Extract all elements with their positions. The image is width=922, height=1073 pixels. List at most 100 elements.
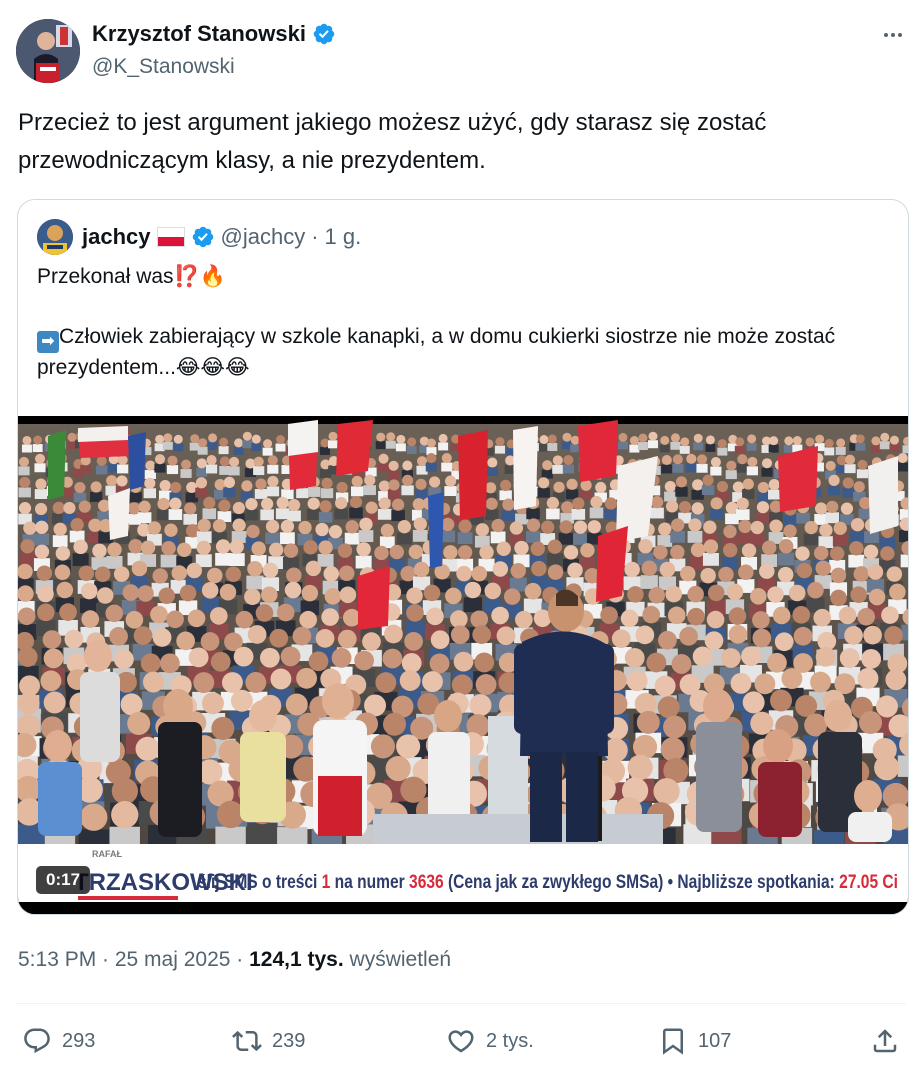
bookmark-icon (663, 1028, 683, 1055)
crowd-head (705, 435, 715, 445)
crowd-body (675, 486, 688, 497)
crowd-head (385, 755, 411, 782)
crowd-head (726, 583, 744, 601)
reply-button[interactable]: 293 (22, 1018, 95, 1064)
crowd-head (270, 668, 292, 690)
crowd-head (269, 628, 289, 648)
crowd-head (824, 438, 834, 448)
quote-text-line1: Przekonał was⁉️🔥 (37, 265, 226, 288)
crowd-head (663, 715, 687, 739)
share-button[interactable] (870, 1018, 900, 1064)
crowd-head (624, 561, 640, 578)
crowd-head (540, 520, 555, 534)
crowd-head (561, 501, 574, 514)
author-name-row[interactable]: Krzysztof Stanowski (92, 20, 336, 48)
crowd-head (378, 453, 389, 464)
views-label: wyświetleń (343, 948, 452, 971)
crowd-head (636, 710, 660, 734)
crowd-body (897, 755, 908, 777)
tweet-timestamp[interactable]: 5:13 PM · 25 maj 2025 · (18, 948, 249, 971)
crowd-head (553, 481, 565, 493)
crowd-head (735, 437, 745, 447)
crowd-body (898, 530, 908, 542)
crowd-head (276, 603, 295, 622)
crowd-head (299, 610, 317, 629)
crowd-head (678, 500, 692, 514)
crowd-head (487, 457, 498, 468)
crowd-head (474, 652, 495, 673)
crowd-head (641, 560, 658, 577)
crowd-head (840, 502, 854, 515)
author-avatar[interactable] (16, 19, 80, 83)
crowd-head (503, 588, 521, 605)
quote-author-avatar[interactable] (37, 219, 73, 255)
crowd-body (162, 441, 173, 450)
crowd-head (453, 651, 474, 672)
quote-author-name[interactable]: jachcy (82, 222, 151, 252)
crowd-head (331, 647, 352, 668)
crowd-head (380, 523, 394, 538)
crowd-head (315, 522, 329, 537)
crowd-head (618, 432, 628, 442)
crowd-body (72, 553, 89, 567)
crowd-head (567, 562, 583, 579)
crowd-body (328, 440, 339, 449)
crowd-head (157, 497, 170, 511)
video-player[interactable]: RAFAŁ TRZASKOWSKI ślij SMS o treści 1 na… (18, 416, 908, 914)
repost-button[interactable]: 239 (232, 1018, 305, 1064)
quote-timestamp[interactable]: 1 g. (325, 222, 362, 252)
crowd-head (342, 608, 361, 627)
crowd-head (196, 458, 207, 469)
more-dots-icon (884, 33, 902, 37)
crowd-body (672, 463, 684, 473)
crowd-head (889, 435, 899, 445)
more-options-button[interactable] (880, 22, 906, 48)
crowd-head (572, 497, 585, 510)
reply-count: 293 (62, 1029, 96, 1052)
crowd-body (246, 575, 264, 590)
crowd-head (23, 521, 37, 535)
crowd-head (142, 671, 164, 693)
crowd-head (321, 477, 333, 489)
crowd-head (408, 544, 424, 560)
crowd-head (193, 672, 215, 694)
crowd-head (472, 625, 492, 644)
crowd-head (406, 604, 424, 622)
crowd-body (223, 487, 236, 498)
crowd-head (378, 497, 391, 510)
crowd-body (262, 447, 273, 456)
author-handle[interactable]: @K_Stanowski (92, 54, 235, 80)
crowd-head (703, 520, 717, 534)
crowd-body (701, 485, 715, 496)
crowd-body (855, 442, 866, 451)
crowd-body (768, 489, 781, 500)
crowd-head (211, 716, 235, 740)
crowd-head (200, 632, 220, 651)
bookmark-button[interactable]: 107 (658, 1018, 731, 1064)
crowd-head (857, 459, 868, 470)
crowd-head (626, 670, 648, 692)
crowd-body (166, 465, 179, 475)
ticker-brand-small: RAFAŁ (92, 849, 122, 859)
crowd-head (423, 584, 441, 602)
crowd-head (706, 610, 725, 629)
crowd-head (767, 652, 787, 673)
crowd-head (34, 453, 46, 464)
crowd-head (18, 502, 32, 515)
author-name[interactable]: Krzysztof Stanowski (92, 20, 306, 48)
crowd-head (720, 648, 741, 668)
crowd-head (648, 431, 658, 441)
crowd-head (750, 711, 774, 735)
crowd-head (675, 476, 688, 488)
quote-author-handle[interactable]: @jachcy (221, 222, 306, 252)
crowd-body (355, 555, 372, 569)
quoted-tweet-card[interactable]: jachcy @jachcy · 1 g. Przekonał was⁉️🔥 ➡… (17, 199, 909, 915)
crowd-body (282, 557, 299, 570)
crowd-head (188, 647, 209, 668)
crowd-body (160, 554, 177, 568)
crowd-body (870, 444, 881, 453)
crowd-body (218, 446, 229, 455)
like-button[interactable]: 2 tys. (446, 1018, 534, 1064)
crowd-body (52, 535, 68, 548)
crowd-body (848, 554, 865, 568)
